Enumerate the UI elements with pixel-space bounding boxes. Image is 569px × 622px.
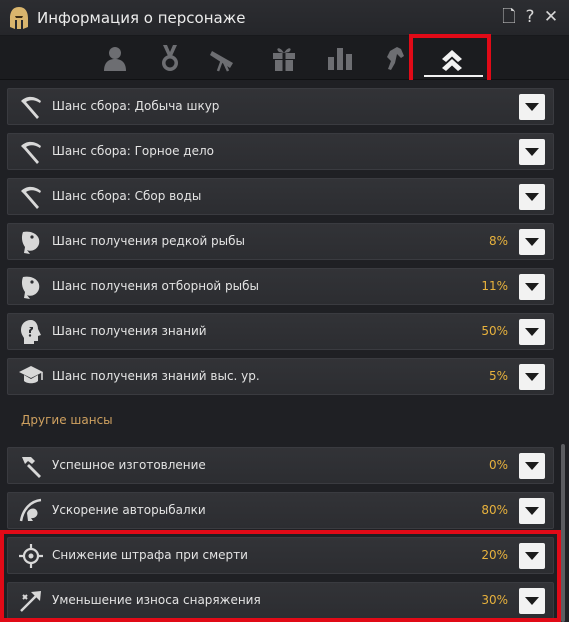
horse-icon (387, 47, 404, 70)
row-value: 5% (488, 369, 508, 383)
pickaxe-icon (17, 183, 45, 211)
list-item[interactable]: Шанс получения отборной рыбы 11% (7, 268, 554, 305)
pickaxe-icon (17, 138, 45, 166)
list-item[interactable]: Шанс сбора: Добыча шкур (7, 88, 554, 125)
window-title: Информация о персонаже (37, 9, 246, 27)
expand-dropdown-button[interactable] (519, 139, 545, 165)
expand-dropdown-button[interactable] (519, 498, 545, 524)
list-item[interactable]: Шанс получения знаний выс. ур. 5% (7, 358, 554, 395)
chevron-down-icon (525, 238, 539, 246)
fish-icon (17, 273, 45, 301)
person-silhouette-icon (104, 47, 126, 71)
scrollbar[interactable] (561, 444, 565, 622)
row-label: Шанс получения отборной рыбы (52, 279, 260, 293)
chances-list[interactable]: Шанс сбора: Добыча шкур Шанс сбора: Горн… (0, 80, 569, 622)
chevron-down-icon (525, 103, 539, 111)
pickaxe-icon (17, 93, 45, 121)
rows-highlight-frame (0, 530, 561, 622)
section-title: Другие шансы (21, 413, 113, 427)
expand-dropdown-button[interactable] (519, 184, 545, 210)
row-value: 0% (488, 458, 508, 472)
close-button[interactable]: ✕ (542, 7, 560, 27)
list-item[interactable]: Шанс сбора: Горное дело (7, 133, 554, 170)
chevron-down-icon (525, 283, 539, 291)
hammer-icon (17, 452, 45, 480)
expand-dropdown-button[interactable] (519, 229, 545, 255)
tab-rewards[interactable] (264, 42, 304, 74)
list-item[interactable]: Шанс сбора: Сбор воды (7, 178, 554, 215)
gift-icon (273, 48, 295, 71)
row-label: Шанс сбора: Горное дело (52, 144, 214, 158)
document-icon[interactable]: 🗋 (500, 7, 518, 27)
expand-dropdown-button[interactable] (519, 319, 545, 345)
help-button[interactable]: ? (521, 7, 539, 27)
tab-exploration[interactable] (204, 42, 244, 74)
tab-highlight-frame (409, 34, 491, 86)
expand-dropdown-button[interactable] (519, 274, 545, 300)
row-value: 80% (481, 503, 508, 517)
fishing-rod-icon (17, 497, 45, 525)
graduation-cap-icon (17, 363, 45, 391)
row-value: 11% (481, 279, 508, 293)
medal-icon (162, 45, 178, 71)
row-label: Успешное изготовление (52, 458, 206, 472)
tab-achievements[interactable] (150, 42, 190, 74)
telescope-icon (210, 51, 233, 72)
list-item[interactable]: Шанс получения редкой рыбы 8% (7, 223, 554, 260)
chevron-down-icon (525, 328, 539, 336)
row-label: Ускорение авторыбалки (52, 503, 206, 517)
chevron-down-icon (525, 148, 539, 156)
expand-dropdown-button[interactable] (519, 94, 545, 120)
tab-mount[interactable] (372, 42, 412, 74)
row-label: Шанс получения знаний выс. ур. (52, 369, 260, 383)
title-bar[interactable]: Информация о персонаже 🗋 ? ✕ (0, 0, 569, 36)
fish-icon (17, 228, 45, 256)
list-item[interactable]: Шанс получения знаний 50% (7, 313, 554, 350)
chevron-down-icon (525, 462, 539, 470)
row-label: Шанс сбора: Сбор воды (52, 189, 202, 203)
tab-stats[interactable] (320, 42, 360, 74)
chevron-down-icon (525, 507, 539, 515)
tab-profile[interactable] (95, 42, 135, 74)
character-info-window: Информация о персонаже 🗋 ? ✕ Шанс сбора:… (0, 0, 569, 622)
knowledge-head-icon (17, 318, 45, 346)
row-label: Шанс сбора: Добыча шкур (52, 99, 220, 113)
list-item[interactable]: Ускорение авторыбалки 80% (7, 492, 554, 529)
bar-chart-icon (328, 48, 352, 70)
expand-dropdown-button[interactable] (519, 453, 545, 479)
row-value: 8% (488, 234, 508, 248)
list-item[interactable]: Успешное изготовление 0% (7, 447, 554, 484)
chevron-down-icon (525, 193, 539, 201)
chevron-down-icon (525, 373, 539, 381)
row-value: 50% (481, 324, 508, 338)
helmet-logo-icon (6, 5, 32, 31)
row-label: Шанс получения знаний (52, 324, 207, 338)
row-label: Шанс получения редкой рыбы (52, 234, 246, 248)
expand-dropdown-button[interactable] (519, 364, 545, 390)
